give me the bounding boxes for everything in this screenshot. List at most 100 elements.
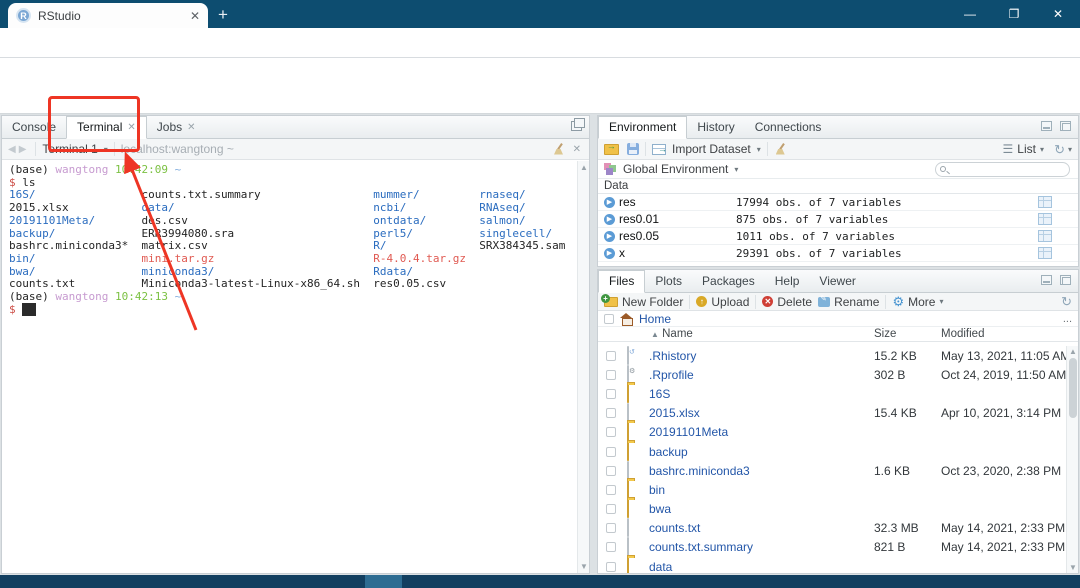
view-data-icon[interactable] <box>1038 247 1052 259</box>
file-row[interactable]: 20191101Meta <box>598 422 1066 442</box>
terminal-output[interactable]: (base) wangtong 10:42:09 ~ $ ls 16S/ cou… <box>2 161 577 573</box>
expand-object-icon[interactable]: ▶ <box>604 230 615 242</box>
tab-help[interactable]: Help <box>765 270 810 292</box>
file-name-link[interactable]: counts.txt <box>649 521 700 535</box>
environment-search-input[interactable] <box>935 162 1070 177</box>
file-name-link[interactable]: bwa <box>649 502 671 516</box>
clear-terminal-icon[interactable] <box>552 143 565 156</box>
expand-object-icon[interactable]: ▶ <box>604 247 615 259</box>
load-workspace-icon[interactable] <box>604 143 619 155</box>
file-checkbox[interactable] <box>606 427 616 438</box>
file-row[interactable]: 16S <box>598 383 1066 403</box>
environment-object-row[interactable]: ▶ res 17994 obs. of 7 variables <box>598 194 1078 211</box>
maximize-pane-icon[interactable] <box>571 118 585 131</box>
file-name-link[interactable]: bin <box>649 483 665 497</box>
expand-object-icon[interactable]: ▶ <box>604 213 615 225</box>
file-checkbox[interactable] <box>606 465 616 476</box>
tab-viewer[interactable]: Viewer <box>809 270 865 292</box>
tab-environment[interactable]: Environment <box>598 116 688 139</box>
tab-packages[interactable]: Packages <box>692 270 765 292</box>
file-row[interactable]: bashrc.miniconda3 1.6 KB Oct 23, 2020, 2:3… <box>598 460 1066 480</box>
files-scrollbar[interactable]: ▲ ▼ <box>1066 346 1078 573</box>
tab-jobs[interactable]: Jobs ✕ <box>147 116 206 138</box>
tab-console[interactable]: Console <box>2 116 66 138</box>
view-data-icon[interactable] <box>1038 213 1052 225</box>
object-name[interactable]: res0.01 <box>619 212 734 226</box>
column-header-name[interactable]: Name <box>662 328 693 340</box>
window-minimize-button[interactable]: — <box>948 0 992 28</box>
file-checkbox[interactable] <box>606 523 616 534</box>
scroll-down-icon[interactable]: ▼ <box>580 562 588 571</box>
tab-plots[interactable]: Plots <box>645 270 692 292</box>
file-row[interactable]: bin <box>598 479 1066 499</box>
file-name-link[interactable]: 16S <box>649 387 670 401</box>
file-name-link[interactable]: backup <box>649 445 688 459</box>
file-name-link[interactable]: bashrc.miniconda3 <box>649 464 750 478</box>
browser-tab[interactable]: R RStudio ✕ <box>8 3 208 28</box>
delete-button[interactable]: ✕ Delete <box>762 295 812 309</box>
refresh-files-icon[interactable]: ↻ <box>1061 295 1072 308</box>
file-name-link[interactable]: .Rhistory <box>649 349 696 363</box>
file-checkbox[interactable] <box>606 446 616 457</box>
file-row[interactable]: 2015.xlsx 15.4 KB Apr 10, 2021, 3:14 PM <box>598 403 1066 423</box>
object-name[interactable]: x <box>619 246 734 260</box>
file-name-link[interactable]: 20191101Meta <box>649 425 728 439</box>
file-checkbox[interactable] <box>606 388 616 399</box>
file-name-link[interactable]: counts.txt.summary <box>649 540 753 554</box>
file-row[interactable]: data <box>598 556 1066 573</box>
file-checkbox[interactable] <box>606 542 616 553</box>
tab-close-icon[interactable]: ✕ <box>190 9 200 23</box>
environment-scope-selector[interactable]: Global Environment <box>623 162 728 176</box>
tab-connections[interactable]: Connections <box>745 116 832 138</box>
clear-environment-icon[interactable] <box>774 143 787 156</box>
sort-asc-icon[interactable]: ▲ <box>651 330 659 339</box>
minimize-pane-icon[interactable] <box>1041 275 1052 285</box>
upload-button[interactable]: ↑ Upload <box>696 295 749 309</box>
new-folder-button[interactable]: New Folder <box>601 293 683 309</box>
file-checkbox[interactable] <box>606 561 616 572</box>
view-data-icon[interactable] <box>1038 196 1052 208</box>
tab-files[interactable]: Files <box>598 270 646 293</box>
new-tab-button[interactable]: + <box>218 4 228 26</box>
terminal-selector-dropdown-icon[interactable]: ▾ <box>104 145 108 154</box>
file-checkbox[interactable] <box>606 484 616 495</box>
scrollbar-thumb[interactable] <box>1069 358 1077 418</box>
maximize-pane-icon[interactable] <box>1060 275 1071 285</box>
file-checkbox[interactable] <box>606 408 616 419</box>
tab-history[interactable]: History <box>687 116 744 138</box>
scroll-down-icon[interactable]: ▼ <box>1069 563 1077 572</box>
file-checkbox[interactable] <box>606 350 616 361</box>
file-row[interactable]: counts.txt 32.3 MB May 14, 2021, 2:33 PM <box>598 518 1066 538</box>
terminal-selector[interactable]: Terminal 1 <box>42 142 97 156</box>
close-terminal-icon[interactable]: ✕ <box>573 144 581 155</box>
close-tab-icon[interactable]: ✕ <box>187 117 195 138</box>
column-header-modified[interactable]: Modified <box>941 328 984 340</box>
maximize-pane-icon[interactable] <box>1060 121 1071 131</box>
tab-terminal[interactable]: Terminal ✕ <box>66 116 147 139</box>
file-name-link[interactable]: .Rprofile <box>649 368 694 382</box>
scroll-up-icon[interactable]: ▲ <box>1069 347 1077 356</box>
list-view-button[interactable]: List <box>1017 142 1036 156</box>
expand-object-icon[interactable]: ▶ <box>604 196 615 208</box>
scroll-up-icon[interactable]: ▲ <box>580 163 588 172</box>
import-dataset-button[interactable]: Import Dataset <box>672 142 751 156</box>
close-tab-icon[interactable]: ✕ <box>127 117 135 138</box>
save-workspace-icon[interactable] <box>625 141 639 157</box>
file-name-link[interactable]: 2015.xlsx <box>649 406 700 420</box>
file-row[interactable]: counts.txt.summary 821 B May 14, 2021, 2:3… <box>598 537 1066 557</box>
more-button[interactable]: ⚙ More ▾ <box>892 295 943 309</box>
file-name-link[interactable]: data <box>649 560 672 573</box>
file-row[interactable]: ⚙ .Rprofile 302 B Oct 24, 2019, 11:50 AM <box>598 364 1066 384</box>
file-checkbox[interactable] <box>606 504 616 515</box>
file-row[interactable]: bwa <box>598 499 1066 519</box>
object-name[interactable]: res <box>619 195 734 209</box>
breadcrumb-home[interactable]: Home <box>639 312 671 326</box>
file-row[interactable]: backup <box>598 441 1066 461</box>
path-ellipsis[interactable]: ... <box>1063 313 1072 325</box>
refresh-environment-icon[interactable]: ↻ <box>1054 143 1065 156</box>
window-close-button[interactable]: ✕ <box>1036 0 1080 28</box>
environment-object-row[interactable]: ▶ res0.01 875 obs. of 7 variables <box>598 211 1078 228</box>
terminal-scrollbar[interactable]: ▲ ▼ <box>577 161 589 573</box>
environment-object-row[interactable]: ▶ x 29391 obs. of 7 variables <box>598 245 1078 262</box>
file-checkbox[interactable] <box>606 369 616 380</box>
